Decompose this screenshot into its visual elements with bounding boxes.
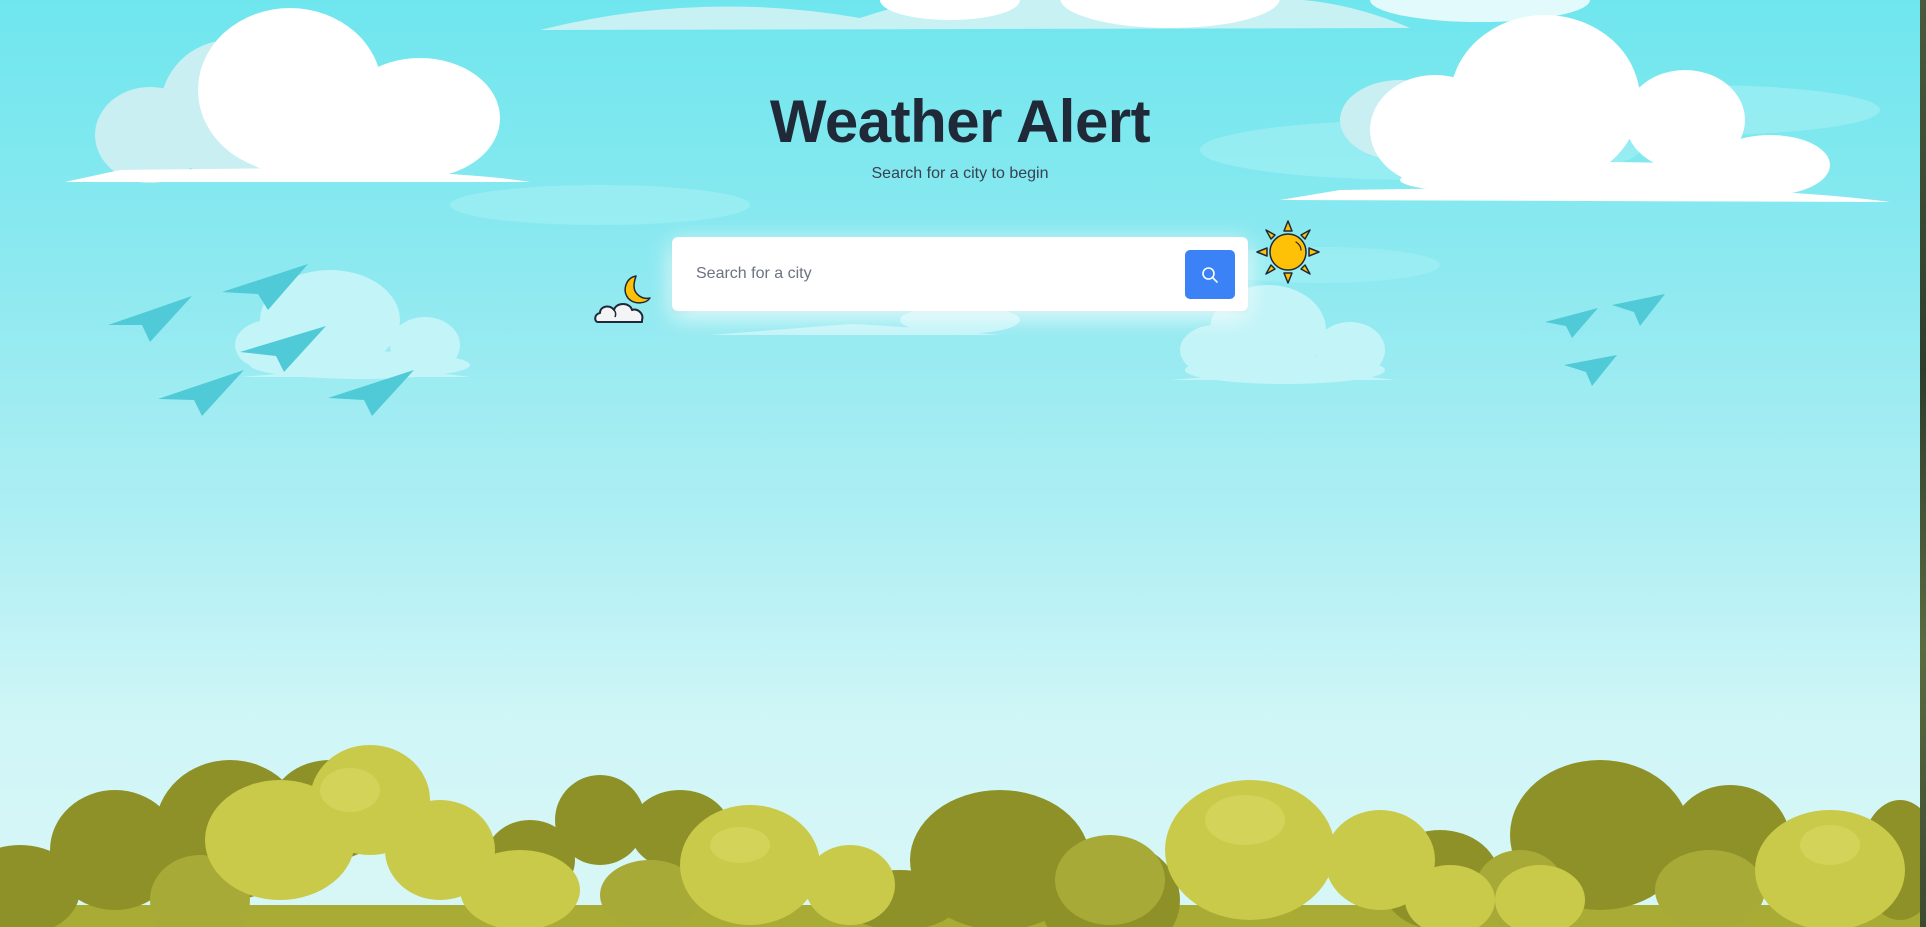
weather-app-page: Weather Alert Search for a city to begin: [0, 0, 1926, 927]
search-bar: [672, 237, 1248, 311]
search-icon: [1202, 266, 1218, 283]
search-input[interactable]: [696, 255, 1136, 293]
page-subtitle: Search for a city to begin: [871, 165, 1049, 182]
search-button[interactable]: [1185, 250, 1235, 299]
window-edge-strip: [1920, 0, 1926, 927]
bushes: [0, 745, 1926, 927]
birds-right: [1545, 294, 1665, 386]
moon-cloud-icon: [594, 275, 651, 323]
sun-icon: [1256, 220, 1320, 284]
top-clouds: [540, 0, 1590, 30]
page-title: Weather Alert: [769, 88, 1151, 155]
header: Weather Alert Search for a city to begin: [0, 86, 1920, 184]
